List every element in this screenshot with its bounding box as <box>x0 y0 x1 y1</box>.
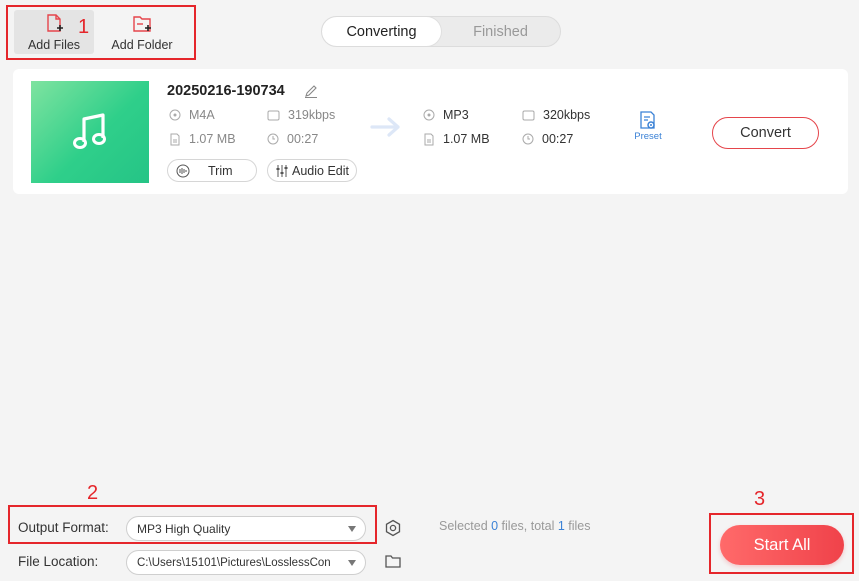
chevron-down-icon <box>348 526 356 532</box>
preset-button[interactable]: Preset <box>632 111 664 142</box>
file-size-icon <box>424 133 434 145</box>
preset-settings-icon <box>640 111 655 129</box>
file-location-select[interactable]: C:\Users\15101\Pictures\LosslessCon <box>126 550 366 575</box>
trim-button[interactable]: Trim <box>167 159 257 182</box>
folder-icon[interactable] <box>385 554 401 568</box>
target-format: MP3 <box>423 108 469 122</box>
source-duration: 00:27 <box>267 132 318 146</box>
format-icon <box>169 109 181 121</box>
edit-name-icon[interactable] <box>304 84 318 98</box>
source-format: M4A <box>169 108 215 122</box>
format-icon <box>423 109 435 121</box>
file-location-label: File Location: <box>18 554 99 569</box>
file-card: 20250216-190734 M4A 319kbps 1.07 MB 00:2… <box>13 69 848 194</box>
source-bitrate: 319kbps <box>267 108 335 122</box>
source-size: 1.07 MB <box>169 132 236 146</box>
target-bitrate: 320kbps <box>522 108 590 122</box>
tab-finished[interactable]: Finished <box>441 17 560 46</box>
annotation-number-2: 2 <box>87 482 99 504</box>
bitrate-icon <box>522 110 535 120</box>
target-duration: 00:27 <box>522 132 573 146</box>
target-size: 1.07 MB <box>423 132 490 146</box>
annotation-number-1: 1 <box>78 16 90 38</box>
annotation-number-3: 3 <box>754 488 766 510</box>
start-all-button[interactable]: Start All <box>720 525 844 565</box>
clock-icon <box>522 133 534 145</box>
trim-icon <box>176 164 190 177</box>
file-name: 20250216-190734 <box>167 83 285 99</box>
file-size-icon <box>170 133 180 145</box>
output-format-label: Output Format: <box>18 520 109 535</box>
output-format-select[interactable]: MP3 High Quality <box>126 516 366 541</box>
status-tabs: Converting Finished <box>321 16 561 47</box>
tab-converting[interactable]: Converting <box>322 17 441 46</box>
total-count: 1 <box>557 519 565 533</box>
clock-icon <box>267 133 279 145</box>
annotation-box-1 <box>6 5 196 60</box>
music-note-icon <box>73 113 106 149</box>
convert-button[interactable]: Convert <box>712 117 819 149</box>
arrow-right-icon <box>370 117 400 137</box>
audio-thumbnail <box>31 81 149 183</box>
chevron-down-icon <box>348 560 356 566</box>
selection-status: Selected 0 files, total 1 files <box>439 519 591 533</box>
audio-edit-button[interactable]: Audio Edit <box>267 159 357 182</box>
gear-icon[interactable] <box>384 519 402 537</box>
bitrate-icon <box>267 110 280 120</box>
equalizer-icon <box>276 164 288 177</box>
